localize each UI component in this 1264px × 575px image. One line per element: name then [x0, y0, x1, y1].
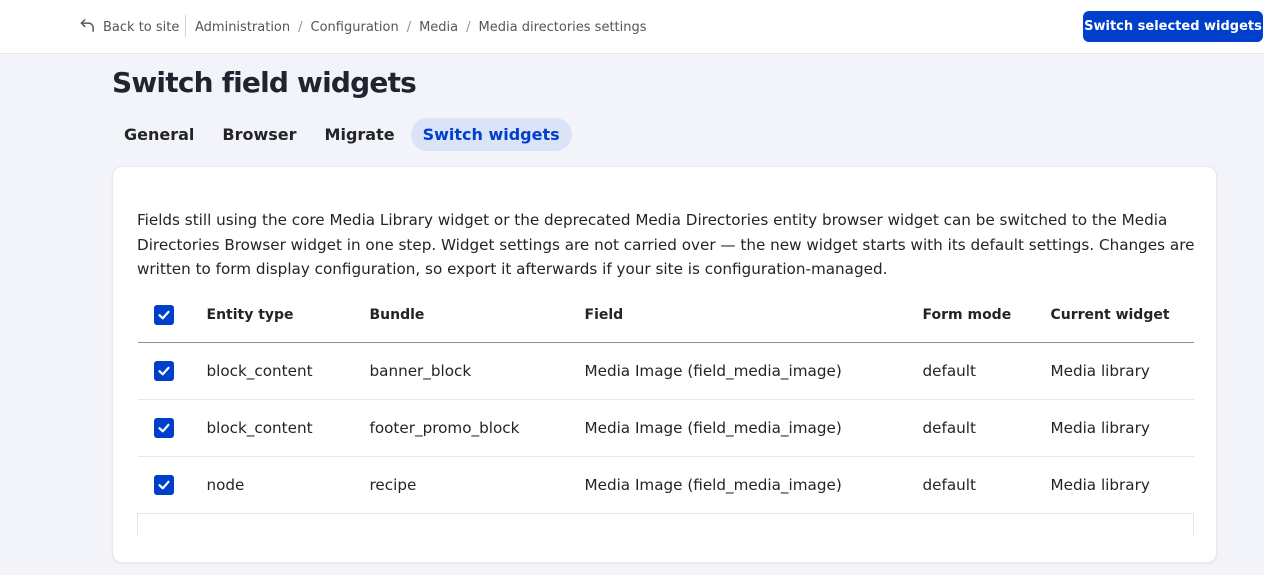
tab-general[interactable]: General [112, 118, 206, 151]
header-current-widget: Current widget [1050, 289, 1194, 343]
tab-browser[interactable]: Browser [210, 118, 308, 151]
header-field: Field [584, 289, 923, 343]
breadcrumb-media-directories-settings: Media directories settings [478, 19, 647, 35]
top-bar: Back to site Administration / Configurat… [0, 0, 1264, 54]
table-row: block_content banner_block Media Image (… [137, 342, 1194, 400]
cell-field: Media Image (field_media_image) [584, 342, 923, 400]
table-row: node recipe Media Image (field_media_ima… [137, 456, 1194, 514]
table-header-row: Entity type Bundle Field Form mode Curre… [137, 289, 1194, 343]
breadcrumb-configuration[interactable]: Configuration [311, 20, 399, 35]
widgets-table: Entity type Bundle Field Form mode Curre… [137, 289, 1194, 537]
select-all-checkbox[interactable] [153, 305, 174, 326]
back-to-site-label: Back to site [103, 19, 180, 35]
cell-current-widget: Media library [1050, 342, 1194, 400]
breadcrumb-administration[interactable]: Administration [195, 20, 290, 35]
row-checkbox[interactable] [153, 360, 174, 381]
cell-form-mode: default [922, 456, 1051, 514]
header-entity-type: Entity type [206, 289, 370, 343]
description-text: Fields still using the core Media Librar… [137, 211, 1195, 278]
tab-migrate[interactable]: Migrate [313, 118, 407, 151]
table-row: block_content footer_promo_block Media I… [137, 399, 1194, 457]
breadcrumb-separator: / [466, 19, 471, 35]
cell-bundle: recipe [369, 456, 585, 514]
breadcrumb: Administration / Configuration / Media /… [195, 16, 647, 38]
table-scroll-spacer [137, 513, 1194, 537]
tab-switch-widgets[interactable]: Switch widgets [410, 118, 572, 151]
page-title: Switch field widgets [112, 66, 417, 99]
cell-form-mode: default [922, 342, 1051, 400]
checkmark-icon [157, 480, 170, 489]
cell-entity-type: node [206, 456, 370, 514]
row-select-cell [137, 399, 207, 457]
back-arrow-icon [80, 18, 95, 37]
cell-current-widget: Media library [1050, 399, 1194, 457]
cell-form-mode: default [922, 399, 1051, 457]
switch-selected-widgets-button[interactable]: Switch selected widgets [1083, 11, 1263, 42]
checkmark-icon [157, 423, 170, 432]
header-bundle: Bundle [369, 289, 585, 343]
breadcrumb-media[interactable]: Media [419, 20, 458, 35]
cell-current-widget: Media library [1050, 456, 1194, 514]
back-to-site-link[interactable]: Back to site [80, 16, 179, 38]
tab-bar: General Browser Migrate Switch widgets [112, 118, 572, 151]
cell-field: Media Image (field_media_image) [584, 456, 923, 514]
row-checkbox[interactable] [153, 417, 174, 438]
cell-entity-type: block_content [206, 399, 370, 457]
content-card: Fields still using the core Media Librar… [112, 166, 1217, 563]
topbar-divider [185, 15, 186, 37]
cell-bundle: footer_promo_block [369, 399, 585, 457]
cell-entity-type: block_content [206, 342, 370, 400]
row-checkbox[interactable] [153, 474, 174, 495]
row-select-cell [137, 456, 207, 514]
cell-bundle: banner_block [369, 342, 585, 400]
select-all-cell [137, 289, 207, 343]
header-form-mode: Form mode [922, 289, 1051, 343]
breadcrumb-separator: / [406, 19, 412, 35]
cell-field: Media Image (field_media_image) [584, 399, 923, 457]
checkmark-icon [157, 366, 170, 375]
row-select-cell [137, 342, 207, 400]
breadcrumb-separator: / [298, 19, 303, 35]
checkmark-icon [157, 310, 170, 320]
